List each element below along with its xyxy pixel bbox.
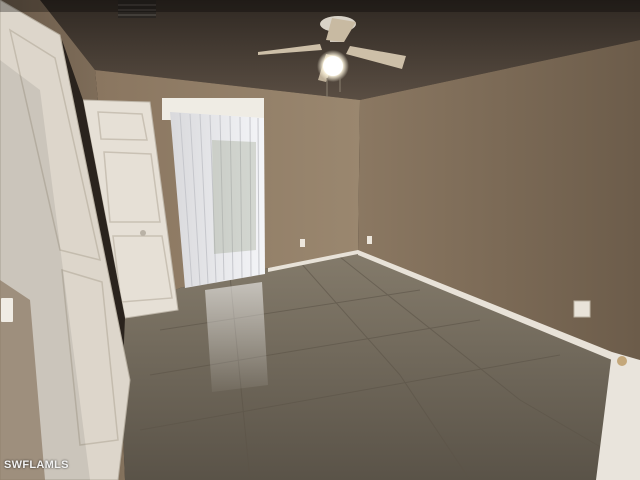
door-stop — [617, 356, 627, 366]
vignette — [0, 0, 640, 12]
room-photo — [0, 0, 640, 480]
power-outlet-icon — [300, 239, 305, 247]
door-knob[interactable] — [140, 230, 146, 236]
outdoor-view — [212, 140, 256, 254]
listing-watermark: SWFLAMLS — [4, 459, 69, 471]
power-outlet-icon — [573, 300, 591, 318]
power-outlet-icon — [367, 236, 372, 244]
window-reflection — [205, 282, 268, 392]
light-switch[interactable] — [1, 298, 13, 322]
